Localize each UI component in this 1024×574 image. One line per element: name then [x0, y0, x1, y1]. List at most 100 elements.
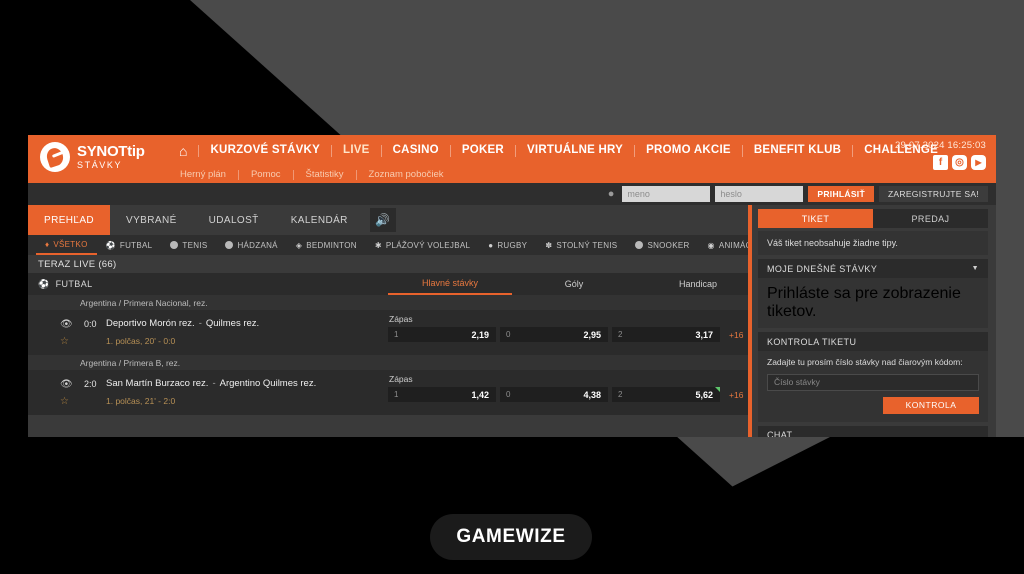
- synot-leaf-icon: [40, 142, 70, 172]
- sport-filter-snooker[interactable]: SNOOKER: [626, 235, 698, 255]
- nav-item-virtualne-hry[interactable]: VIRTUÁLNE HRY: [515, 145, 634, 157]
- subnav-item-pomoc[interactable]: Pomoc: [239, 170, 294, 180]
- ticket-check-header: KONTROLA TIKETU: [758, 332, 988, 351]
- sport-label: SNOOKER: [647, 240, 690, 250]
- trend-up-icon: [715, 387, 720, 392]
- primary-nav: ⌂ KURZOVÉ STÁVKY LIVE CASINO POKER VIRTU…: [168, 135, 949, 167]
- market-tab-goly[interactable]: Góly: [512, 273, 636, 295]
- odd-key: 0: [506, 330, 511, 339]
- instagram-icon[interactable]: ◎: [952, 155, 967, 170]
- subnav-item-statistiky[interactable]: Štatistiky: [294, 170, 357, 180]
- sport-filter-bedminton[interactable]: ◈ BEDMINTON: [287, 235, 366, 255]
- sport-filter-rugby[interactable]: ● RUGBY: [479, 235, 536, 255]
- tab-udalost[interactable]: UDALOSŤ: [193, 205, 275, 235]
- live-count-bar: TERAZ LIVE (66): [28, 255, 748, 273]
- flame-icon: ♦: [45, 239, 50, 249]
- subnav-item-zoznam-pobociek[interactable]: Zoznam pobočiek: [357, 170, 456, 180]
- odd-button-2[interactable]: 2 5,62: [612, 387, 720, 402]
- watermark-text: GAMEWIZE: [456, 526, 566, 547]
- nav-item-kurzove-stavky[interactable]: KURZOVÉ STÁVKY: [198, 145, 331, 157]
- tab-prehlad[interactable]: PREHĽAD: [28, 205, 111, 235]
- my-bets-message: Prihláste sa pre zobrazenie tiketov.: [767, 285, 961, 320]
- odd-value: 1,42: [471, 389, 489, 400]
- sport-filter-futbal[interactable]: ⚽ FUTBAL: [97, 235, 162, 255]
- nav-item-poker[interactable]: POKER: [449, 145, 515, 157]
- odd-button-2[interactable]: 2 3,17: [612, 327, 720, 342]
- subnav-item-herny-plan[interactable]: Herný plán: [168, 170, 239, 180]
- table-row[interactable]: 👁 ☆ 2:0 San Martín Burzaco rez. - Argentin…: [28, 370, 748, 415]
- nav-item-live[interactable]: LIVE: [331, 145, 381, 157]
- password-input[interactable]: [715, 186, 804, 202]
- odd-button-0[interactable]: 0 4,38: [500, 387, 608, 402]
- tab-tiket[interactable]: TIKET: [758, 209, 873, 228]
- soccer-ball-icon: ⚽: [38, 278, 50, 289]
- handball-icon: [225, 241, 234, 249]
- odd-key: 1: [394, 330, 399, 339]
- sport-section-header: ⚽ FUTBAL Hlavné stávky Góly Handicap: [28, 273, 748, 295]
- view-tabs: PREHĽAD VYBRANÉ UDALOSŤ KALENDÁR 🔊: [28, 205, 748, 235]
- nav-item-promo-akcie[interactable]: PROMO AKCIE: [634, 145, 742, 157]
- star-icon[interactable]: ☆: [60, 396, 69, 407]
- sport-filter-tenis[interactable]: TENIS: [161, 235, 216, 255]
- sport-filter-hadzana[interactable]: HÁDZANÁ: [216, 235, 286, 255]
- speaker-icon[interactable]: 🔊: [369, 208, 396, 232]
- betslip-sidebar: TIKET PREDAJ Váš tiket neobsahuje žiadne…: [748, 205, 996, 437]
- sport-label: VŠETKO: [53, 239, 88, 249]
- sport-label: RUGBY: [497, 240, 528, 250]
- more-markets-link[interactable]: +16: [729, 330, 743, 340]
- odds-title: Zápas: [389, 374, 413, 384]
- tab-predaj[interactable]: PREDAJ: [873, 209, 988, 228]
- eye-icon[interactable]: 👁: [60, 319, 73, 330]
- market-tab-hlavne-stavky[interactable]: Hlavné stávky: [388, 273, 512, 295]
- facebook-icon[interactable]: f: [933, 155, 948, 170]
- nav-item-benefit-klub[interactable]: BENEFIT KLUB: [741, 145, 852, 157]
- market-tab-handicap[interactable]: Handicap: [636, 273, 760, 295]
- ticket-check-title: KONTROLA TIKETU: [767, 336, 857, 347]
- nav-item-casino[interactable]: CASINO: [380, 145, 450, 157]
- sport-filter-vsetko[interactable]: ♦ VŠETKO: [36, 235, 97, 255]
- ticket-number-input[interactable]: [767, 373, 979, 391]
- odd-key: 0: [506, 390, 511, 399]
- match-score: 0:0: [84, 319, 97, 329]
- username-input[interactable]: [622, 186, 711, 202]
- home-icon[interactable]: ⌂: [168, 144, 198, 158]
- sport-filter-plazovy-volejbal[interactable]: ✱ PLÁŽOVÝ VOLEJBAL: [366, 235, 479, 255]
- odd-value: 2,95: [583, 329, 601, 340]
- table-tennis-icon: ✽: [545, 240, 553, 250]
- my-bets-panel: Prihláste sa pre zobrazenie tiketov.: [758, 278, 988, 328]
- tab-kalendar[interactable]: KALENDÁR: [275, 205, 364, 235]
- my-bets-header[interactable]: MOJE DNEŠNÉ STÁVKY ▼: [758, 259, 988, 278]
- main-content: PREHĽAD VYBRANÉ UDALOSŤ KALENDÁR 🔊 ♦ VŠE…: [28, 205, 760, 437]
- chevron-down-icon[interactable]: ▼: [972, 265, 979, 272]
- register-button[interactable]: ZAREGISTRUJTE SA!: [878, 186, 988, 202]
- sport-label: BEDMINTON: [306, 240, 357, 250]
- odd-button-1[interactable]: 1 1,42: [388, 387, 496, 402]
- table-row[interactable]: 👁 ☆ 0:0 Deportivo Morón rez. - Quilmes rez…: [28, 310, 748, 355]
- team-separator: -: [198, 318, 202, 329]
- tab-vybrane[interactable]: VYBRANÉ: [110, 205, 193, 235]
- brand-logo[interactable]: SYNOTtip STÁVKY: [40, 142, 145, 172]
- odd-button-1[interactable]: 1 2,19: [388, 327, 496, 342]
- login-button[interactable]: PRIHLÁSIŤ: [808, 186, 874, 202]
- app-body: PREHĽAD VYBRANÉ UDALOSŤ KALENDÁR 🔊 ♦ VŠE…: [28, 205, 996, 437]
- more-markets-link[interactable]: +16: [729, 390, 743, 400]
- match-period: 1. polčas, 20' - 0:0: [106, 336, 176, 346]
- eye-icon[interactable]: 👁: [60, 379, 73, 390]
- snooker-ball-icon: [635, 241, 644, 249]
- youtube-icon[interactable]: ▶: [971, 155, 986, 170]
- header-right: 29.07.2024 16:25:03 f ◎ ▶: [895, 140, 986, 170]
- sports-filter-bar: ♦ VŠETKO ⚽ FUTBAL TENIS HÁDZANÁ ◈ BEDMIN…: [28, 235, 760, 255]
- betting-app-window: SYNOTtip STÁVKY ⌂ KURZOVÉ STÁVKY LIVE CA…: [28, 135, 996, 437]
- odd-key: 1: [394, 390, 399, 399]
- odd-button-0[interactable]: 0 2,95: [500, 327, 608, 342]
- ticket-tabs: TIKET PREDAJ: [758, 209, 988, 228]
- star-icon[interactable]: ☆: [60, 336, 69, 347]
- ticket-empty-message: Váš tiket neobsahuje žiadne tipy.: [767, 238, 898, 248]
- odds-block: Zápas 1 1,42 0 4,38 2 5,62 +16: [388, 374, 748, 402]
- chat-header[interactable]: CHAT: [758, 425, 988, 437]
- sport-filter-stolny-tenis[interactable]: ✽ STOLNÝ TENIS: [536, 235, 626, 255]
- kontrola-button[interactable]: KONTROLA: [883, 396, 979, 414]
- sport-label: STOLNÝ TENIS: [556, 240, 618, 250]
- market-tabs: Hlavné stávky Góly Handicap: [388, 273, 760, 295]
- rugby-ball-icon: ●: [488, 240, 494, 250]
